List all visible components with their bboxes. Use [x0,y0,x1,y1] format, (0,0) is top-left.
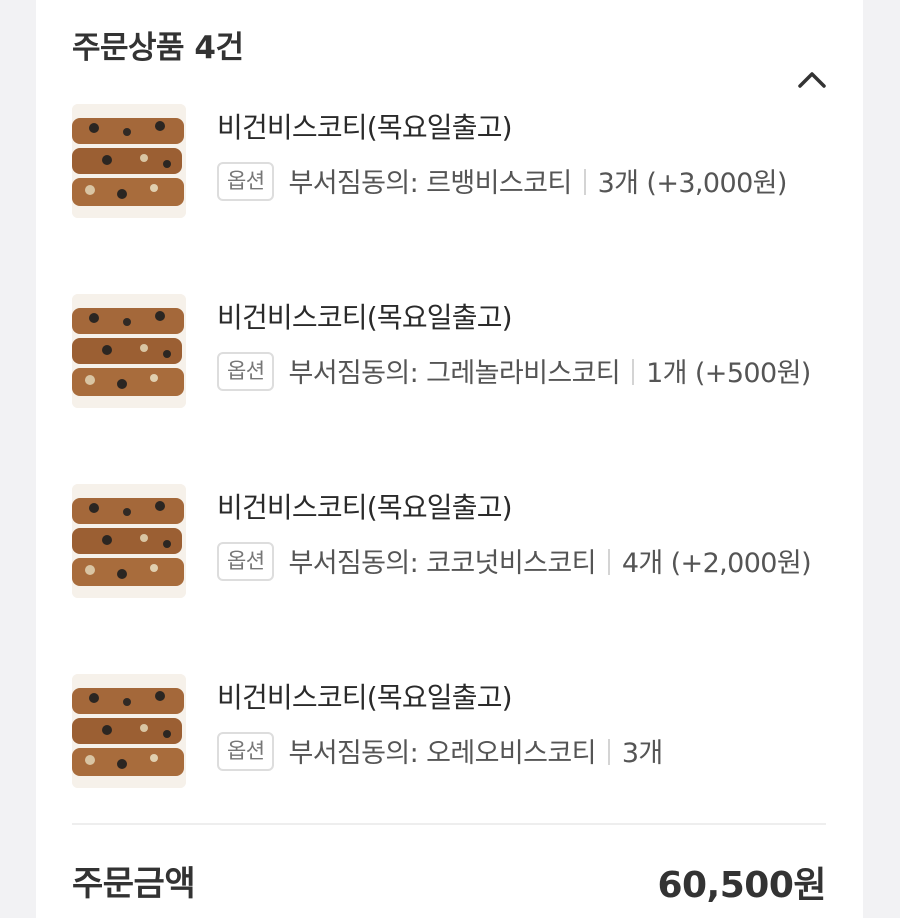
biscotti-image [72,294,186,408]
order-total-amount: 60,500원 [657,865,826,906]
biscotti-image [72,104,186,218]
price-extra: (+500원) [694,358,811,389]
option-text: 부서짐동의: 그레놀라비스코티 [288,358,621,389]
quantity: 1개 [646,358,687,389]
biscotti-image [72,484,186,598]
product-name: 비건비스코티(목요일출고) [217,111,513,144]
order-item[interactable]: 비건비스코티(목요일출고) 옵션 부서짐동의: 오레오비스코티 3개 [72,674,832,794]
product-thumbnail[interactable] [72,294,186,408]
separator [607,739,610,765]
order-items-title: 주문상품 4건 [72,30,244,66]
option-line: 옵션 부서짐동의: 코코넛비스코티 4개 (+2,000원) [217,540,837,588]
product-thumbnail[interactable] [72,484,186,598]
product-thumbnail[interactable] [72,674,186,788]
quantity: 4개 [621,548,663,579]
option-badge: 옵션 [217,732,275,771]
biscotti-image [72,674,186,788]
order-item[interactable]: 비건비스코티(목요일출고) 옵션 부서짐동의: 코코넛비스코티 4개 (+2,000… [72,484,832,634]
price-extra: (+2,000원) [670,548,812,579]
separator [632,359,635,385]
divider [72,823,826,825]
price-extra: (+3,000원) [646,168,787,199]
separator [583,169,586,195]
quantity: 3개 [621,738,663,769]
product-name: 비건비스코티(목요일출고) [217,301,513,334]
option-text: 부서짐동의: 코코넛비스코티 [288,548,596,579]
product-name: 비건비스코티(목요일출고) [217,681,513,714]
collapse-toggle-button[interactable] [792,62,832,98]
option-badge: 옵션 [217,352,275,391]
separator [607,549,610,575]
chevron-up-icon [798,72,826,88]
product-thumbnail[interactable] [72,104,186,218]
option-line: 옵션 부서짐동의: 르뱅비스코티 3개 (+3,000원) [217,160,837,208]
product-name: 비건비스코티(목요일출고) [217,491,513,524]
option-text: 부서짐동의: 오레오비스코티 [288,738,596,769]
option-badge: 옵션 [217,162,275,201]
quantity: 3개 [597,168,639,199]
option-line: 옵션 부서짐동의: 오레오비스코티 3개 [217,730,837,778]
order-item[interactable]: 비건비스코티(목요일출고) 옵션 부서짐동의: 그레놀라비스코티 1개 (+500원… [72,294,832,444]
option-line: 옵션 부서짐동의: 그레놀라비스코티 1개 (+500원) [217,350,837,398]
order-item[interactable]: 비건비스코티(목요일출고) 옵션 부서짐동의: 르뱅비스코티 3개 (+3,000원… [72,104,832,254]
order-total-label: 주문금액 [72,864,196,904]
order-summary-card: 주문상품 4건 비건비스코티(목요일출고) 옵션 부서짐동의: 르뱅비스코티 3… [36,0,863,918]
option-badge: 옵션 [217,542,275,581]
option-text: 부서짐동의: 르뱅비스코티 [288,168,572,199]
